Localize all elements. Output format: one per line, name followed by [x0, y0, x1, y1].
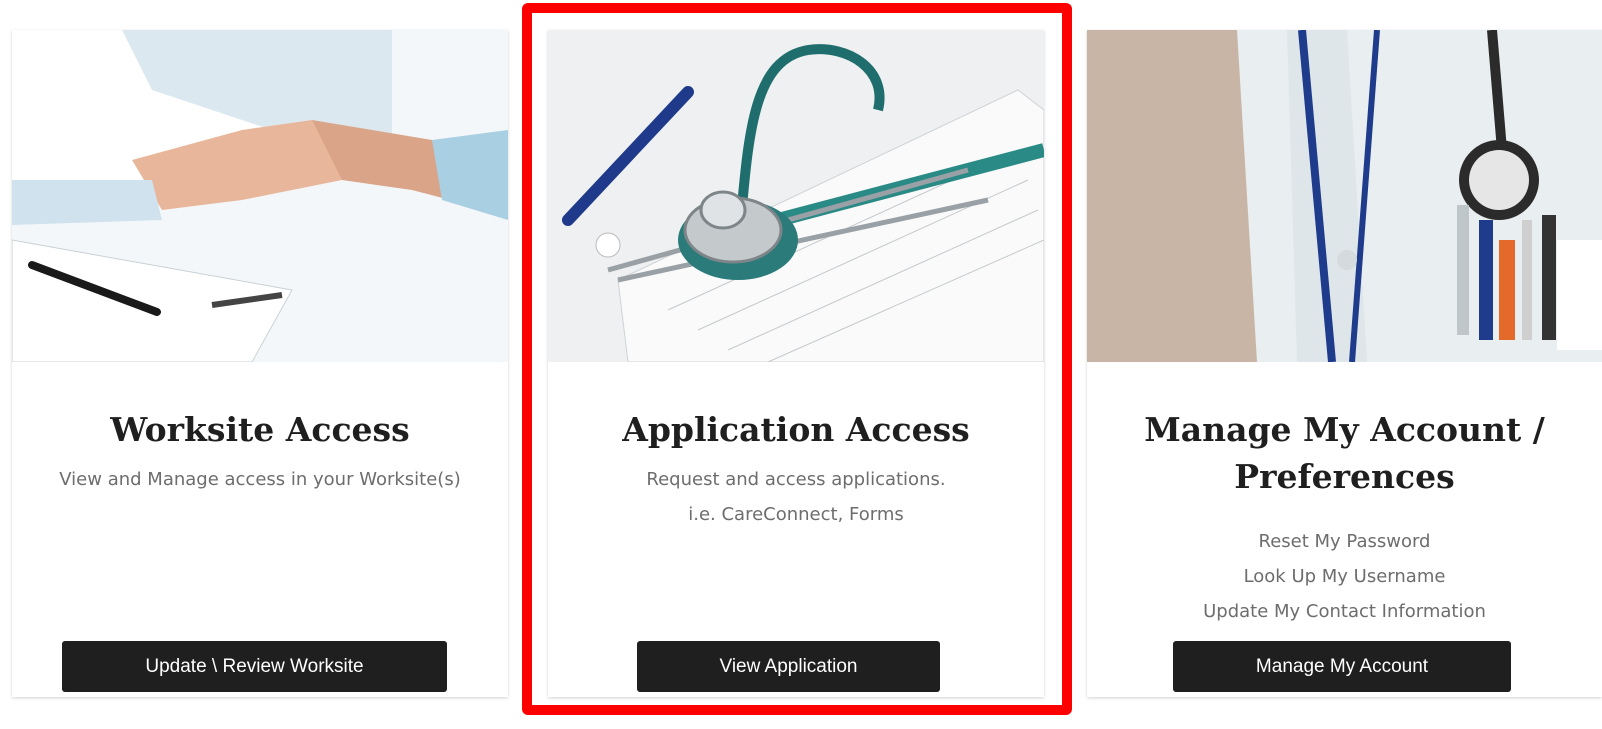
card-description: View and Manage access in your Worksite(… [59, 469, 461, 490]
card-title: Manage My Account / Preferences [1144, 410, 1545, 496]
card-description: Request and access applications. i.e. Ca… [646, 469, 946, 525]
view-application-button[interactable]: View Application [637, 641, 940, 692]
manage-account-card: Manage My Account / Preferences Reset My… [1087, 30, 1602, 697]
stethoscope-photo [548, 30, 1044, 362]
account-links: Reset My Password Look Up My Username Up… [1087, 524, 1602, 629]
lookup-username-link[interactable]: Look Up My Username [1087, 559, 1602, 594]
update-review-worksite-button[interactable]: Update \ Review Worksite [62, 641, 447, 692]
doctor-coat-photo [1087, 30, 1602, 362]
worksite-access-card: Worksite Access View and Manage access i… [12, 30, 508, 697]
reset-password-link[interactable]: Reset My Password [1087, 524, 1602, 559]
card-title: Worksite Access [110, 410, 410, 449]
manage-my-account-button[interactable]: Manage My Account [1173, 641, 1511, 692]
application-access-card: Application Access Request and access ap… [548, 30, 1044, 697]
handshake-photo [12, 30, 508, 362]
card-title: Application Access [622, 410, 970, 449]
update-contact-link[interactable]: Update My Contact Information [1087, 594, 1602, 629]
